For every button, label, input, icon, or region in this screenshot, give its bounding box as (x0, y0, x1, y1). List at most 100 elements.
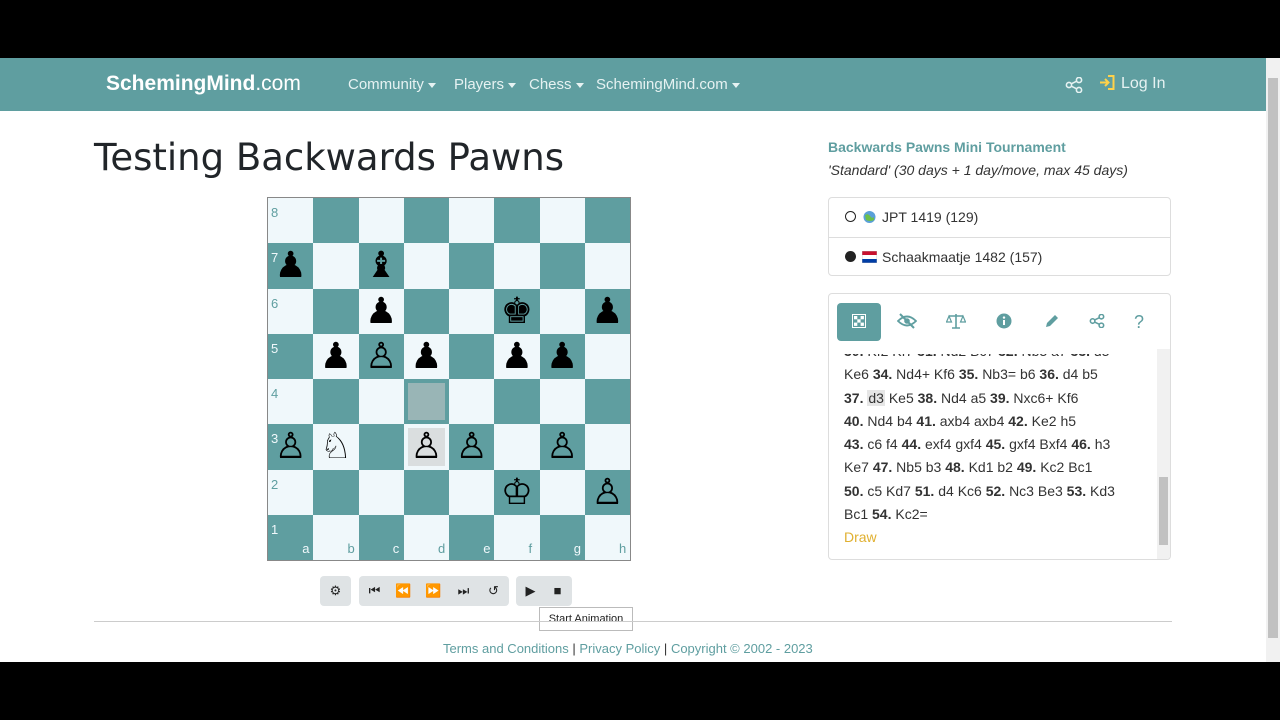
settings-button[interactable]: ⚙ (321, 576, 350, 606)
square-f7[interactable] (494, 243, 540, 289)
piece-b3[interactable]: ♘ (313, 424, 358, 469)
square-g6[interactable] (539, 288, 585, 334)
square-h7[interactable] (584, 243, 630, 289)
player-white-name[interactable]: JPT 1419 (129) (882, 209, 978, 225)
piece-a7[interactable]: ♟ (268, 243, 313, 288)
first-move-button[interactable]: ⏮ (360, 576, 389, 606)
piece-d3[interactable]: ♙ (404, 424, 449, 469)
stop-button[interactable]: ■ (543, 576, 572, 606)
move[interactable]: b2 (997, 459, 1013, 475)
nav-chess[interactable]: Chess (529, 76, 584, 93)
privacy-link[interactable]: Privacy Policy (579, 641, 660, 656)
square-g7[interactable] (539, 243, 585, 289)
move[interactable]: Ke6 (844, 366, 869, 382)
piece-f2[interactable]: ♔ (494, 470, 539, 515)
move[interactable]: Kc2 (1040, 459, 1064, 475)
move[interactable]: a5 (971, 390, 987, 406)
piece-a3[interactable]: ♙ (268, 424, 313, 469)
move[interactable]: Kf6 (934, 366, 955, 382)
move[interactable]: c6 (867, 436, 882, 452)
move[interactable]: Kc2= (895, 506, 927, 522)
tournament-title[interactable]: Backwards Pawns Mini Tournament (828, 139, 1066, 155)
page-scrollbar[interactable] (1266, 58, 1280, 662)
move[interactable]: exf4 (925, 436, 951, 452)
tab-notes[interactable] (1030, 303, 1074, 341)
square-e5[interactable] (449, 333, 495, 379)
tab-share[interactable] (1075, 303, 1119, 341)
piece-d5[interactable]: ♟ (404, 334, 449, 379)
square-f1[interactable] (494, 514, 540, 560)
piece-c5[interactable]: ♙ (359, 334, 404, 379)
move[interactable]: Kd3 (1090, 483, 1115, 499)
tab-help[interactable]: ? (1117, 303, 1161, 341)
tab-analysis[interactable] (934, 303, 978, 341)
square-f3[interactable] (494, 424, 540, 470)
move[interactable]: gxf4 (1009, 436, 1035, 452)
terms-link[interactable]: Terms and Conditions (443, 641, 569, 656)
square-h8[interactable] (584, 198, 630, 244)
move[interactable]: axb4 (940, 413, 970, 429)
square-d8[interactable] (403, 198, 449, 244)
square-b2[interactable] (313, 469, 359, 515)
move[interactable]: Nd4+ (896, 366, 930, 382)
move[interactable]: Kf6 (1057, 390, 1078, 406)
square-e6[interactable] (449, 288, 495, 334)
square-g8[interactable] (539, 198, 585, 244)
square-e2[interactable] (449, 469, 495, 515)
square-b8[interactable] (313, 198, 359, 244)
piece-h2[interactable]: ♙ (585, 470, 630, 515)
move-list-scroll-thumb[interactable] (1159, 477, 1168, 545)
move[interactable]: f4 (886, 436, 898, 452)
square-b6[interactable] (313, 288, 359, 334)
tab-board[interactable] (837, 303, 881, 341)
square-b7[interactable] (313, 243, 359, 289)
piece-g5[interactable]: ♟ (540, 334, 585, 379)
current-move[interactable]: d3 (867, 389, 885, 406)
move[interactable]: Bc1 (844, 506, 868, 522)
move[interactable]: gxf4 (955, 436, 981, 452)
piece-f6[interactable]: ♚ (494, 289, 539, 334)
move[interactable]: Bxf4 (1039, 436, 1067, 452)
move[interactable]: Be3 (1038, 483, 1063, 499)
tab-hide[interactable] (885, 303, 929, 341)
move[interactable]: Nd2 (941, 354, 967, 359)
move[interactable]: b5 (1082, 366, 1098, 382)
move[interactable]: axb4 (974, 413, 1004, 429)
move[interactable]: b3 (926, 459, 942, 475)
brand-logo[interactable]: SchemingMind.com (106, 72, 301, 96)
square-d6[interactable] (403, 288, 449, 334)
square-c2[interactable] (358, 469, 404, 515)
move[interactable]: Bc1 (1068, 459, 1092, 475)
move[interactable]: Ke2 (1032, 413, 1057, 429)
piece-h6[interactable]: ♟ (585, 289, 630, 334)
square-h3[interactable] (584, 424, 630, 470)
login-link[interactable]: Log In (1099, 75, 1165, 93)
nav-schemingmind[interactable]: SchemingMind.com (596, 76, 740, 93)
square-g4[interactable] (539, 379, 585, 425)
flip-board-button[interactable]: ↺ (479, 576, 508, 606)
square-d2[interactable] (403, 469, 449, 515)
square-g2[interactable] (539, 469, 585, 515)
piece-b5[interactable]: ♟ (313, 334, 358, 379)
move[interactable]: Kf7 (892, 354, 913, 359)
move[interactable]: Kc6 (958, 483, 982, 499)
piece-c6[interactable]: ♟ (359, 289, 404, 334)
move-list-scrollbar[interactable] (1157, 349, 1170, 559)
move[interactable]: d3 (1094, 354, 1110, 359)
move[interactable]: Kd1 (969, 459, 994, 475)
move[interactable]: Bc7 (970, 354, 994, 359)
square-e7[interactable] (449, 243, 495, 289)
move[interactable]: a7 (1051, 354, 1067, 359)
move[interactable]: d4 (1063, 366, 1079, 382)
scroll-thumb[interactable] (1268, 78, 1278, 638)
square-f4[interactable] (494, 379, 540, 425)
player-black-name[interactable]: Schaakmaatje 1482 (157) (882, 249, 1042, 265)
square-h5[interactable] (584, 333, 630, 379)
move[interactable]: h3 (1095, 436, 1111, 452)
move[interactable]: b4 (897, 413, 913, 429)
square-c4[interactable] (358, 379, 404, 425)
square-d7[interactable] (403, 243, 449, 289)
move[interactable]: Nb3 (1021, 354, 1047, 359)
share-icon[interactable] (1065, 77, 1083, 93)
move[interactable]: Nb5 (896, 459, 922, 475)
